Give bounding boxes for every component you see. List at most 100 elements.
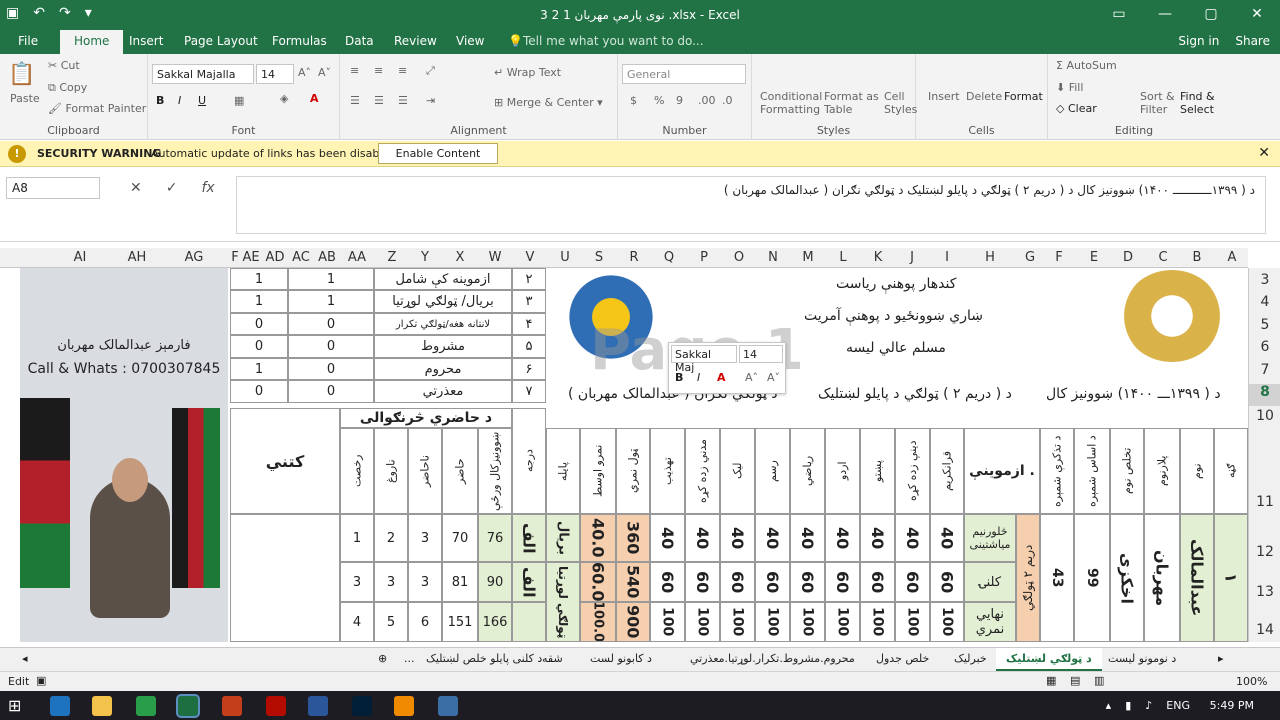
insert-cells-button[interactable]: Insert bbox=[928, 90, 960, 103]
name-box[interactable]: A8 bbox=[6, 177, 100, 199]
score-cell[interactable]: 100 bbox=[755, 602, 790, 642]
enable-content-button[interactable]: Enable Content bbox=[378, 143, 498, 164]
word-icon[interactable] bbox=[308, 696, 328, 716]
column-header[interactable]: U bbox=[553, 250, 577, 265]
score-cell[interactable]: 60 bbox=[825, 562, 860, 602]
leave-cell[interactable]: 3 bbox=[340, 562, 374, 602]
tab-review[interactable]: Review bbox=[394, 34, 437, 48]
summary-num-cell[interactable]: ۲ bbox=[512, 268, 546, 290]
score-cell[interactable]: 100 bbox=[790, 602, 825, 642]
insert-function-button[interactable]: fx bbox=[201, 180, 214, 196]
father-header[interactable]: پلارنوم bbox=[1144, 428, 1180, 514]
currency-button[interactable]: $ bbox=[630, 94, 637, 107]
sort-filter-button[interactable]: Sort & Filter bbox=[1140, 90, 1175, 116]
score-cell[interactable]: 100 bbox=[895, 602, 930, 642]
summary-ab-cell[interactable]: 0 bbox=[288, 335, 374, 358]
summary-f-cell[interactable]: 0 bbox=[230, 335, 288, 358]
grade-cell[interactable]: الف bbox=[512, 514, 546, 562]
subject-header[interactable]: تهذيب bbox=[650, 428, 685, 514]
mini-font-color-button[interactable]: A bbox=[717, 371, 726, 384]
school-days-cell[interactable]: 76 bbox=[478, 514, 512, 562]
column-header[interactable]: W bbox=[483, 250, 507, 265]
share-button[interactable]: Share bbox=[1235, 34, 1270, 48]
absent-header[interactable]: ناحاضر bbox=[408, 428, 442, 514]
result-header[interactable]: پایله bbox=[546, 428, 580, 514]
summary-label-cell[interactable]: لانتانه هغه/ټولګي تکرار bbox=[374, 313, 512, 335]
ribbon-display-button[interactable]: ▭ bbox=[1096, 0, 1142, 30]
font-name-select[interactable]: Sakkal Majalla bbox=[152, 64, 254, 84]
score-cell[interactable]: 100 bbox=[685, 602, 720, 642]
present-cell[interactable]: 151 bbox=[442, 602, 478, 642]
score-cell[interactable]: 60 bbox=[685, 562, 720, 602]
row-header[interactable]: 3 bbox=[1249, 272, 1280, 288]
sick-cell[interactable]: 5 bbox=[374, 602, 408, 642]
minimize-button[interactable]: — bbox=[1142, 0, 1188, 30]
tab-formulas[interactable]: Formulas bbox=[272, 34, 327, 48]
row-header[interactable]: 6 bbox=[1249, 339, 1280, 355]
subject-header[interactable]: ليک bbox=[720, 428, 755, 514]
leave-cell[interactable]: 4 bbox=[340, 602, 374, 642]
mini-size-select[interactable]: 14 bbox=[739, 345, 783, 363]
paste-button[interactable]: Paste bbox=[10, 92, 40, 105]
family-cell[interactable]: اخکزی bbox=[1110, 514, 1144, 642]
column-header[interactable]: L bbox=[831, 250, 855, 265]
wrap-text-button[interactable]: ↵ Wrap Text bbox=[494, 66, 561, 79]
score-cell[interactable]: 100 bbox=[930, 602, 964, 642]
column-header[interactable]: R bbox=[622, 250, 646, 265]
summary-f-cell[interactable]: 1 bbox=[230, 268, 288, 290]
vlc-icon[interactable] bbox=[394, 696, 414, 716]
summary-num-cell[interactable]: ۳ bbox=[512, 290, 546, 313]
sheet-tab-more[interactable]: ... bbox=[404, 652, 415, 665]
total-cell[interactable]: 540 bbox=[616, 562, 650, 602]
cancel-icon[interactable]: ✕ bbox=[130, 180, 142, 196]
row-header[interactable]: 12 bbox=[1249, 544, 1280, 560]
grade-cell[interactable]: الف bbox=[512, 562, 546, 602]
merge-center-button[interactable]: ⊞ Merge & Center ▾ bbox=[494, 96, 603, 109]
row-header[interactable]: 7 bbox=[1249, 362, 1280, 378]
column-header[interactable]: F bbox=[1047, 250, 1071, 265]
exam-label-cell[interactable]: نهايي نمري bbox=[964, 602, 1016, 642]
mini-shrink-font-button[interactable]: A˅ bbox=[767, 371, 780, 384]
row-header-selected[interactable]: 8 bbox=[1249, 384, 1280, 406]
macro-icon[interactable]: ▣ bbox=[36, 674, 46, 687]
indent-icon[interactable]: ⇥ bbox=[426, 94, 435, 107]
align-middle-icon[interactable]: ≡ bbox=[374, 64, 383, 77]
app-icon[interactable] bbox=[136, 696, 156, 716]
score-cell[interactable]: 40 bbox=[895, 514, 930, 562]
tab-view[interactable]: View bbox=[456, 34, 484, 48]
column-header[interactable]: AB bbox=[314, 250, 340, 265]
underline-button[interactable]: U bbox=[198, 94, 206, 107]
subject-header[interactable]: رياضي bbox=[790, 428, 825, 514]
tab-data[interactable]: Data bbox=[345, 34, 374, 48]
mini-font-select[interactable]: Sakkal Maj bbox=[671, 345, 737, 374]
absent-cell[interactable]: 6 bbox=[408, 602, 442, 642]
column-header[interactable]: D bbox=[1116, 250, 1140, 265]
summary-ab-cell[interactable]: 0 bbox=[288, 313, 374, 335]
column-header[interactable]: AE bbox=[238, 250, 264, 265]
summary-num-cell[interactable]: ۶ bbox=[512, 358, 546, 380]
align-bottom-icon[interactable]: ≡ bbox=[398, 64, 407, 77]
grade-header[interactable]: درجه bbox=[512, 408, 546, 514]
summary-label-cell[interactable]: ازموينه كې شامل bbox=[374, 268, 512, 290]
scroll-tabs-left-icon[interactable]: ◂ bbox=[22, 652, 28, 665]
photoshop-icon[interactable] bbox=[352, 696, 372, 716]
summary-f-cell[interactable]: 1 bbox=[230, 290, 288, 313]
score-cell[interactable]: 40 bbox=[860, 514, 895, 562]
father-cell[interactable]: مهربان bbox=[1144, 514, 1180, 642]
subject-header[interactable]: مدني زده کړه bbox=[685, 428, 720, 514]
summary-f-cell[interactable]: 1 bbox=[230, 358, 288, 380]
formula-input[interactable]: د ( ۱۳۹۹ـــــــــــ ۱۴۰۰) ښوونيز كال د (… bbox=[236, 176, 1266, 234]
format-as-table-button[interactable]: Format as Table bbox=[824, 90, 879, 116]
score-cell[interactable]: 100 bbox=[720, 602, 755, 642]
score-cell[interactable]: 60 bbox=[790, 562, 825, 602]
summary-num-cell[interactable]: ۷ bbox=[512, 380, 546, 403]
sheet-tab[interactable]: شقه bbox=[542, 652, 563, 665]
summary-label-cell[interactable]: معذرتي bbox=[374, 380, 512, 403]
absent-cell[interactable]: 3 bbox=[408, 562, 442, 602]
ie-icon[interactable] bbox=[50, 696, 70, 716]
column-header[interactable]: P bbox=[692, 250, 716, 265]
total-cell[interactable]: 360 bbox=[616, 514, 650, 562]
sheet-tab[interactable]: د نومونو لیست bbox=[1108, 652, 1176, 665]
family-header[interactable]: تخلص نوم bbox=[1110, 428, 1144, 514]
score-cell[interactable]: 100 bbox=[825, 602, 860, 642]
